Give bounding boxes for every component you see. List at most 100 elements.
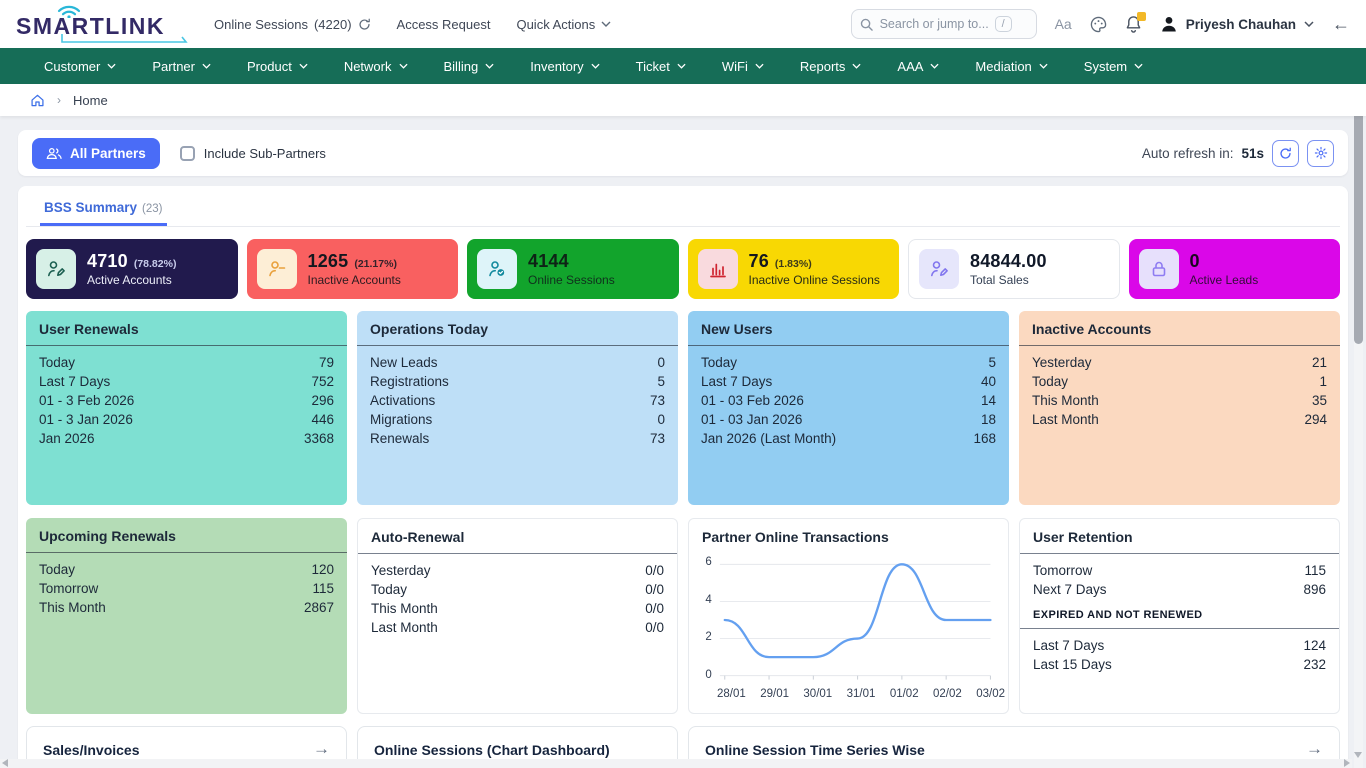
breadcrumb: › Home <box>0 84 1366 116</box>
panel-row: Today0/0 <box>371 580 664 599</box>
nav-item-system[interactable]: System <box>1084 59 1143 74</box>
chevron-down-icon <box>852 63 861 69</box>
search-icon <box>860 18 873 31</box>
nav-item-mediation[interactable]: Mediation <box>975 59 1047 74</box>
refresh-settings-button[interactable] <box>1307 140 1334 167</box>
nav-item-network[interactable]: Network <box>344 59 408 74</box>
arrow-right-icon[interactable]: → <box>1306 742 1323 756</box>
filter-toolbar: All Partners Include Sub-Partners Auto r… <box>18 130 1348 176</box>
vertical-scrollbar[interactable] <box>1354 84 1363 768</box>
gear-icon <box>1314 146 1328 160</box>
arrow-right-icon[interactable]: → <box>313 742 330 756</box>
chevron-down-icon <box>755 63 764 69</box>
tab-bss-summary[interactable]: BSS Summary (23) <box>40 194 167 226</box>
theme-palette-icon[interactable] <box>1090 16 1107 33</box>
panel-row: Last 7 Days124 <box>1033 636 1326 655</box>
panel-title: User Renewals <box>26 311 347 345</box>
dashboard-page: SMARTLINK Online Sessions (4220) Access … <box>0 0 1366 768</box>
user-edit-icon <box>919 249 959 289</box>
nav-item-wifi[interactable]: WiFi <box>722 59 764 74</box>
online-sessions-menu[interactable]: Online Sessions (4220) <box>214 17 371 32</box>
global-search[interactable]: / <box>851 9 1037 39</box>
scroll-right-arrow[interactable] <box>1344 759 1350 767</box>
nav-item-ticket[interactable]: Ticket <box>636 59 686 74</box>
refresh-icon[interactable] <box>358 18 371 31</box>
panel-row: Yesterday0/0 <box>371 561 664 580</box>
back-arrow-icon[interactable]: ← <box>1332 14 1350 35</box>
user-edit-icon <box>36 249 76 289</box>
refresh-now-button[interactable] <box>1272 140 1299 167</box>
nav-item-aaa[interactable]: AAA <box>897 59 939 74</box>
chevron-down-icon <box>1039 63 1048 69</box>
panel-title: Upcoming Renewals <box>26 518 347 552</box>
panel-upcoming-renewals: Upcoming Renewals Today120 Tomorrow115 T… <box>26 518 347 714</box>
breadcrumb-home[interactable]: Home <box>73 93 108 108</box>
bar-chart-icon <box>698 249 738 289</box>
stat-card-online-sessions[interactable]: 4144 Online Sessions <box>467 239 679 299</box>
line-chart: 6 4 2 0 28/0129/0130/0131/0101/0202/0203… <box>689 553 1008 700</box>
stat-card-total-sales[interactable]: 84844.00 Total Sales <box>908 239 1120 299</box>
quick-actions-menu[interactable]: Quick Actions <box>516 17 611 32</box>
include-sub-partners-checkbox[interactable] <box>180 146 195 161</box>
stat-card-active-leads[interactable]: 0 Active Leads <box>1129 239 1341 299</box>
avatar <box>1160 15 1178 33</box>
nav-item-customer[interactable]: Customer <box>44 59 116 74</box>
auto-refresh-countdown: 51s <box>1241 146 1264 161</box>
lock-icon <box>1139 249 1179 289</box>
panel-row: Migrations0 <box>370 410 665 429</box>
horizontal-scrollbar[interactable] <box>0 759 1352 768</box>
chevron-down-icon <box>591 63 600 69</box>
scroll-down-arrow[interactable] <box>1354 752 1362 758</box>
nav-item-reports[interactable]: Reports <box>800 59 862 74</box>
nav-item-product[interactable]: Product <box>247 59 308 74</box>
font-size-toggle[interactable]: Aa <box>1055 16 1072 32</box>
notification-badge <box>1137 12 1146 21</box>
nav-item-partner[interactable]: Partner <box>152 59 211 74</box>
panel-row: 01 - 03 Feb 202614 <box>701 391 996 410</box>
auto-refresh-label: Auto refresh in: <box>1142 146 1234 161</box>
panel-operations-today: Operations Today New Leads0 Registration… <box>357 311 678 505</box>
stat-card-active-accounts[interactable]: 4710(78.82%) Active Accounts <box>26 239 238 299</box>
main-navigation: Customer Partner Product Network Billing… <box>0 48 1366 84</box>
chevron-down-icon <box>399 63 408 69</box>
chevron-down-icon <box>601 21 611 27</box>
online-sessions-count: (4220) <box>314 17 352 32</box>
user-check-icon <box>477 249 517 289</box>
include-sub-partners-toggle[interactable]: Include Sub-Partners <box>180 146 326 161</box>
access-request-menu[interactable]: Access Request <box>397 17 491 32</box>
nav-item-inventory[interactable]: Inventory <box>530 59 599 74</box>
panel-auto-renewal: Auto-Renewal Yesterday0/0 Today0/0 This … <box>357 518 678 714</box>
nav-item-billing[interactable]: Billing <box>444 59 495 74</box>
panel-row: This Month35 <box>1032 391 1327 410</box>
smartlink-logo[interactable]: SMARTLINK <box>16 4 188 44</box>
logo-swoosh <box>58 34 190 46</box>
stat-card-inactive-online-sessions[interactable]: 76(1.83%) Inactive Online Sessions <box>688 239 900 299</box>
user-menu[interactable]: Priyesh Chauhan <box>1160 15 1314 33</box>
panel-row: This Month0/0 <box>371 599 664 618</box>
tabs-row: BSS Summary (23) <box>26 194 1340 227</box>
panel-row: Today79 <box>39 353 334 372</box>
panel-user-retention: User Retention Tomorrow115 Next 7 Days89… <box>1019 518 1340 714</box>
user-minus-icon <box>257 249 297 289</box>
refresh-icon <box>1279 147 1292 160</box>
panel-row: Today5 <box>701 353 996 372</box>
scroll-left-arrow[interactable] <box>2 759 8 767</box>
auto-refresh-area: Auto refresh in: 51s <box>1142 140 1334 167</box>
all-partners-button[interactable]: All Partners <box>32 138 160 169</box>
vertical-scrollbar-thumb[interactable] <box>1354 86 1363 344</box>
chevron-down-icon <box>299 63 308 69</box>
panels-row-1: User Renewals Today79 Last 7 Days752 01 … <box>26 311 1340 505</box>
panel-title: Operations Today <box>357 311 678 345</box>
notifications-bell-icon[interactable] <box>1125 15 1142 33</box>
panel-row: Last 7 Days40 <box>701 372 996 391</box>
chart-title: Partner Online Transactions <box>689 519 1008 553</box>
home-icon[interactable] <box>30 93 45 108</box>
dashboard-content: BSS Summary (23) 4710(78.82%) Active Acc… <box>18 186 1348 768</box>
stat-card-inactive-accounts[interactable]: 1265(21.17%) Inactive Accounts <box>247 239 459 299</box>
panel-row: Yesterday21 <box>1032 353 1327 372</box>
partners-people-icon <box>46 147 62 160</box>
panel-row: New Leads0 <box>370 353 665 372</box>
online-sessions-label: Online Sessions <box>214 17 308 32</box>
chart-x-axis: 28/0129/0130/0131/0101/0202/0203/02 <box>717 688 1005 700</box>
search-input[interactable] <box>880 17 988 31</box>
